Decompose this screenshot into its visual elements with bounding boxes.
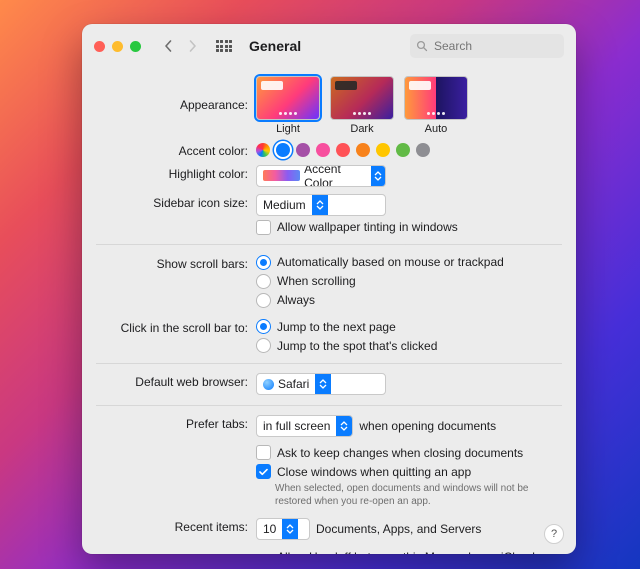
prefer-tabs-suffix: when opening documents [359,419,496,433]
chevron-updown-icon [371,166,385,186]
scroll-bars-label: Show scroll bars: [96,255,256,271]
accent-label: Accent color: [96,142,256,158]
wallpaper-tint-checkbox[interactable]: Allow wallpaper tinting in windows [256,220,562,235]
prefer-tabs-select[interactable]: in full screen [256,415,353,437]
radio-option[interactable]: Automatically based on mouse or trackpad [256,255,562,270]
appearance-option-light[interactable]: Light [256,76,320,135]
search-input[interactable] [432,38,558,54]
prefer-tabs-value: in full screen [257,419,336,433]
accent-swatch[interactable] [256,143,270,157]
accent-swatch[interactable] [416,143,430,157]
highlight-swatch-icon [263,170,300,181]
divider [96,244,562,245]
appearance-thumb-light [256,76,320,120]
appearance-caption: Dark [350,123,373,135]
handoff-checkbox[interactable]: Allow Handoff between this Mac and your … [256,550,562,555]
help-button[interactable]: ? [544,524,564,544]
click-scroll-label: Click in the scroll bar to: [96,319,256,335]
close-windows-label: Close windows when quitting an app [277,465,471,479]
radio-label: Always [277,293,315,307]
sidebar-icon-select[interactable]: Medium [256,194,386,216]
window-titlebar: General [82,24,576,68]
accent-swatch[interactable] [296,143,310,157]
browser-value: Safari [278,377,309,391]
appearance-option-auto[interactable]: Auto [404,76,468,135]
back-button[interactable] [157,35,179,57]
appearance-caption: Light [276,123,300,135]
radio-option[interactable]: When scrolling [256,274,562,289]
radio-label: Automatically based on mouse or trackpad [277,255,504,269]
appearance-label: Appearance: [96,76,256,112]
accent-swatch[interactable] [276,143,290,157]
chevron-updown-icon [312,195,328,215]
show-all-button[interactable] [213,35,235,57]
ask-keep-checkbox[interactable]: Ask to keep changes when closing documen… [256,445,562,460]
appearance-thumb-dark [330,76,394,120]
accent-swatch[interactable] [356,143,370,157]
prefer-tabs-label: Prefer tabs: [96,415,256,431]
highlight-value: Accent Color [304,165,365,187]
appearance-thumb-auto [404,76,468,120]
divider [96,405,562,406]
nav-buttons [157,35,203,57]
divider [96,363,562,364]
close-window-button[interactable] [94,41,105,52]
checkbox-icon [256,445,271,460]
search-icon [416,40,428,52]
preferences-window: General Appearance: Light [82,24,576,554]
default-browser-label: Default web browser: [96,373,256,389]
radio-label: Jump to the spot that's clicked [277,339,437,353]
radio-icon [256,338,271,353]
accent-swatch[interactable] [396,143,410,157]
close-windows-hint: When selected, open documents and window… [275,483,562,508]
radio-icon [256,293,271,308]
ask-keep-label: Ask to keep changes when closing documen… [277,446,523,460]
appearance-caption: Auto [425,123,448,135]
radio-label: Jump to the next page [277,320,396,334]
highlight-label: Highlight color: [96,165,256,181]
accent-swatch[interactable] [376,143,390,157]
radio-icon [256,319,271,334]
scroll-bars-group: Automatically based on mouse or trackpad… [256,255,562,308]
recent-items-label: Recent items: [96,518,256,534]
safari-icon [263,379,274,390]
forward-button[interactable] [181,35,203,57]
recent-items-value: 10 [257,522,282,536]
window-title: General [249,38,301,54]
radio-icon [256,255,271,270]
search-field[interactable] [410,34,564,58]
minimize-window-button[interactable] [112,41,123,52]
sidebar-icon-value: Medium [257,198,312,212]
default-browser-select[interactable]: Safari [256,373,386,395]
checkbox-icon [256,220,271,235]
radio-option[interactable]: Always [256,293,562,308]
checkbox-icon [256,464,271,479]
click-scroll-group: Jump to the next page Jump to the spot th… [256,319,562,353]
radio-option[interactable]: Jump to the next page [256,319,562,334]
radio-label: When scrolling [277,274,356,288]
recent-items-suffix: Documents, Apps, and Servers [316,522,481,536]
handoff-label: Allow Handoff between this Mac and your … [277,550,562,555]
close-windows-checkbox[interactable]: Close windows when quitting an app [256,464,562,479]
desktop-wallpaper: General Appearance: Light [0,0,640,569]
radio-option[interactable]: Jump to the spot that's clicked [256,338,562,353]
chevron-updown-icon [282,519,298,539]
accent-swatches [256,142,562,157]
wallpaper-tint-label: Allow wallpaper tinting in windows [277,220,458,234]
accent-swatch[interactable] [336,143,350,157]
window-controls [94,41,141,52]
chevron-updown-icon [315,374,331,394]
accent-swatch[interactable] [316,143,330,157]
chevron-updown-icon [336,416,352,436]
preferences-content: Appearance: Light Dark Auto [82,68,576,554]
recent-items-select[interactable]: 10 [256,518,310,540]
sidebar-icon-label: Sidebar icon size: [96,194,256,210]
highlight-select[interactable]: Accent Color [256,165,386,187]
appearance-option-dark[interactable]: Dark [330,76,394,135]
radio-icon [256,274,271,289]
zoom-window-button[interactable] [130,41,141,52]
